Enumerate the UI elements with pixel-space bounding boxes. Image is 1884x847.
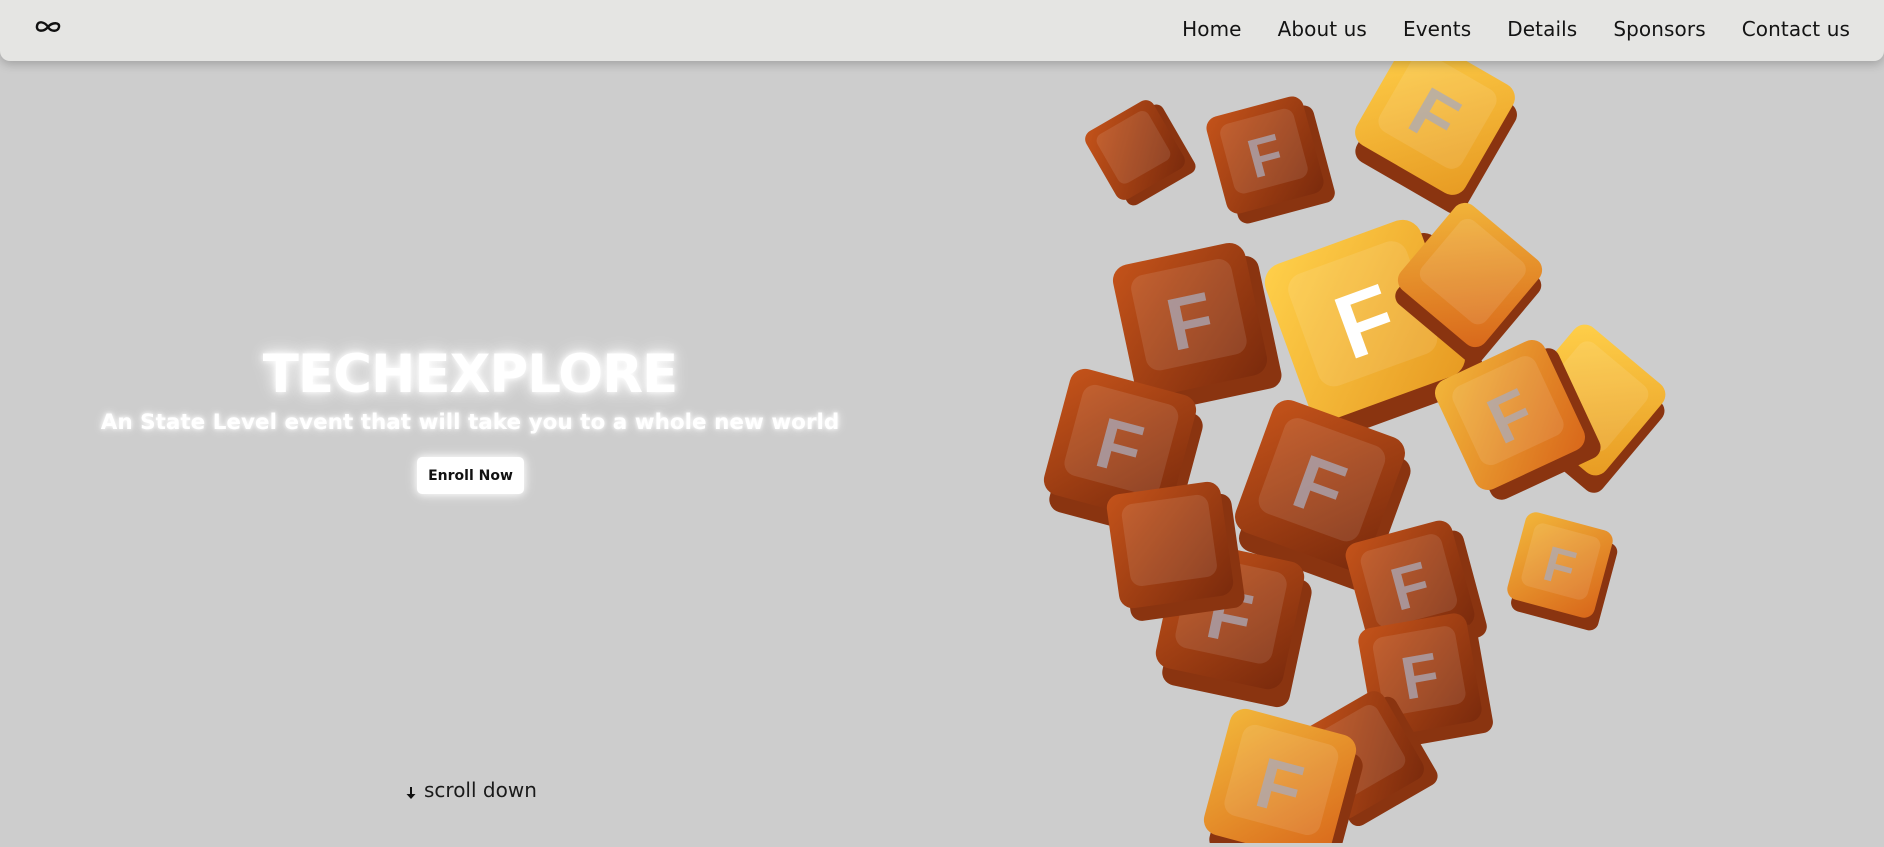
keycap-shape: F — [1507, 512, 1618, 631]
scroll-down-label: scroll down — [424, 778, 537, 802]
nav-contact-link[interactable]: Contact us — [1742, 17, 1850, 41]
keycap-shape: F — [1206, 96, 1335, 224]
keycap-shape: F — [1355, 35, 1517, 214]
enroll-now-button[interactable]: Enroll Now — [417, 457, 524, 494]
nav-sponsors-link[interactable]: Sponsors — [1613, 17, 1705, 41]
hero-subtitle: An State Level event that will take you … — [100, 410, 840, 435]
nav-details-link[interactable]: Details — [1507, 17, 1577, 41]
hero-title: TECHEXPLORE — [262, 344, 678, 405]
scroll-down-link[interactable]: scroll down — [405, 778, 537, 802]
keyboard-keys-image: FFFFFFFFFFFF — [1040, 35, 1780, 847]
top-navbar: Home About us Events Details Sponsors Co… — [0, 0, 1884, 61]
keycap-shape — [1085, 100, 1196, 206]
keycap-shape — [1106, 481, 1245, 621]
nav-home-link[interactable]: Home — [1182, 17, 1241, 41]
nav-events-link[interactable]: Events — [1403, 17, 1471, 41]
infinity-icon[interactable] — [33, 17, 63, 37]
arrow-down-icon — [405, 782, 417, 799]
main-nav: Home About us Events Details Sponsors Co… — [1182, 0, 1850, 58]
keycap-top — [1121, 494, 1217, 587]
nav-about-link[interactable]: About us — [1278, 17, 1367, 41]
